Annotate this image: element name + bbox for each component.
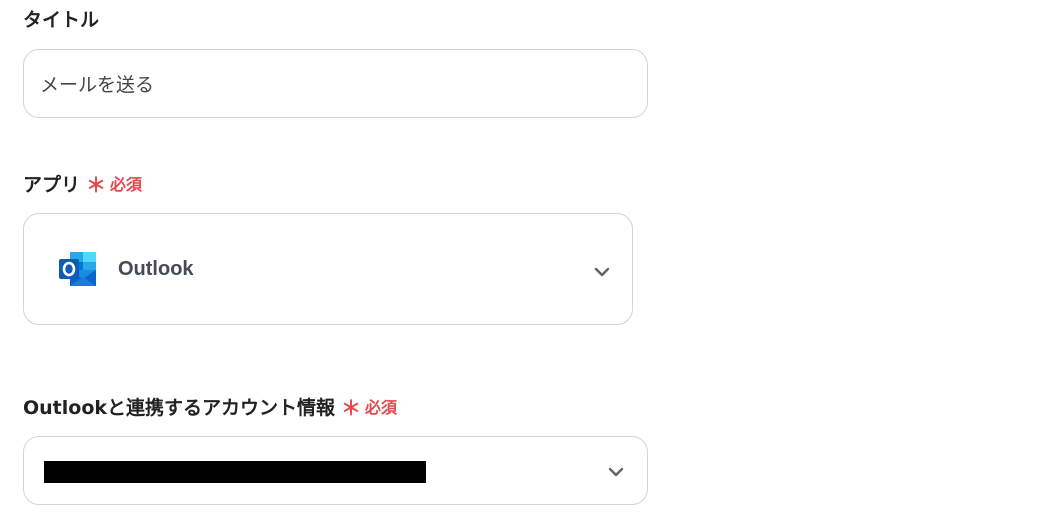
required-asterisk-icon: ＊ <box>86 173 107 197</box>
selected-app-name: Outlook <box>118 258 194 280</box>
required-text: 必須 <box>365 398 398 417</box>
required-asterisk-icon: ＊ <box>341 396 362 420</box>
outlook-icon <box>59 252 96 286</box>
app-label: アプリ ＊ 必須 <box>23 173 142 197</box>
app-label-text: アプリ <box>23 174 81 196</box>
required-text: 必須 <box>110 175 143 194</box>
required-indicator: ＊ 必須 <box>86 173 142 197</box>
chevron-down-icon[interactable] <box>592 262 612 282</box>
redacted-account-value <box>44 461 426 483</box>
account-label: Outlookと連携するアカウント情報 ＊ 必須 <box>23 396 397 420</box>
title-field[interactable] <box>23 49 648 118</box>
title-input[interactable] <box>40 50 630 117</box>
account-label-text: Outlookと連携するアカウント情報 <box>23 397 336 419</box>
account-select[interactable] <box>23 436 648 505</box>
required-indicator: ＊ 必須 <box>341 396 397 420</box>
title-label-text: タイトル <box>23 9 100 31</box>
app-select[interactable]: Outlook <box>23 213 633 325</box>
chevron-down-icon[interactable] <box>606 462 626 482</box>
title-label: タイトル <box>23 8 99 32</box>
